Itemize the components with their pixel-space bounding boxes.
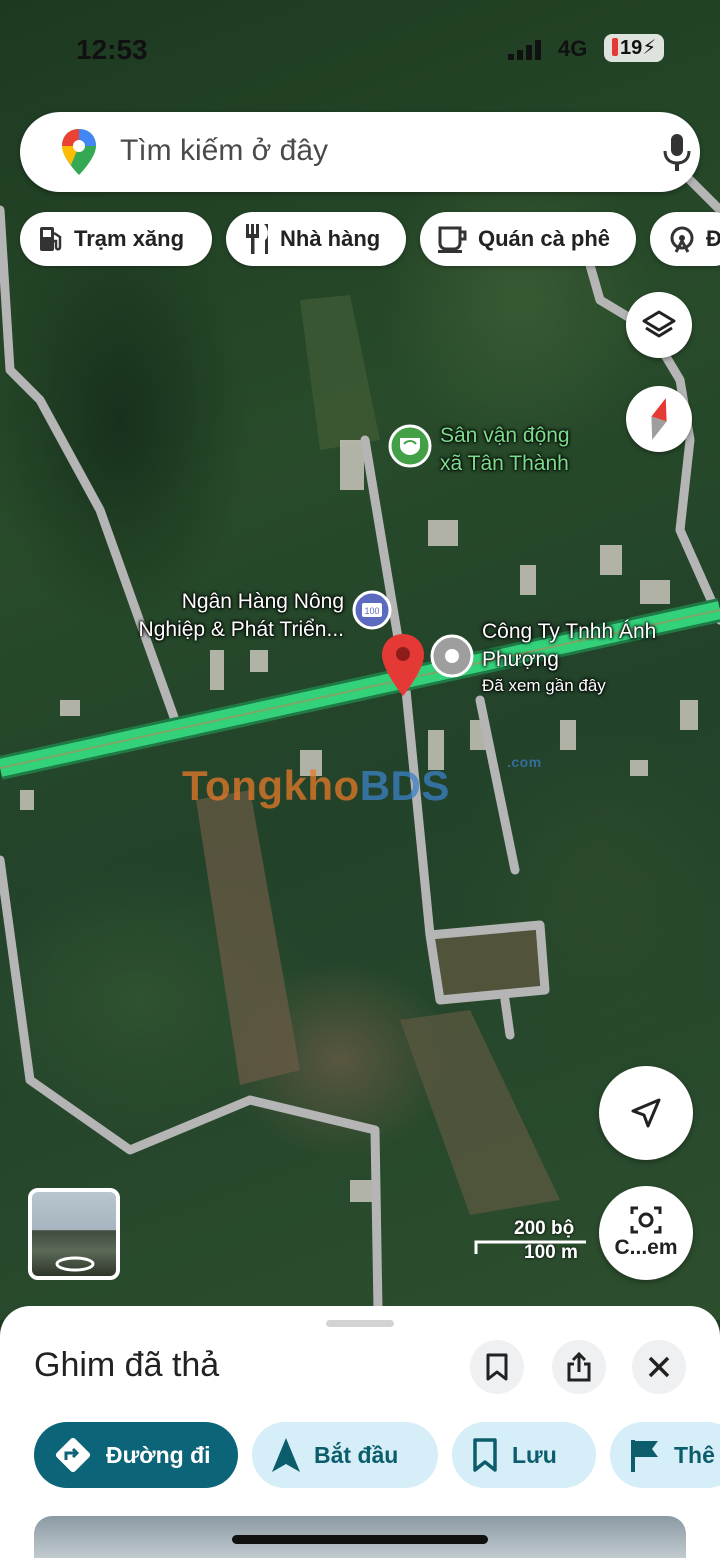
camera-lens-icon: [630, 1206, 662, 1234]
company-poi-icon[interactable]: [430, 634, 474, 678]
sheet-title: Ghim đã thả: [34, 1346, 220, 1384]
layers-icon: [642, 310, 676, 338]
place-sheet[interactable]: Ghim đã thả Đường đi Bắt đầu Lưu Thê: [0, 1306, 720, 1558]
map-view[interactable]: 12:53 4G 19⚡ Tìm kiếm ở đây Trạm xăng Nh…: [0, 0, 720, 1320]
save-icon-button[interactable]: [470, 1340, 524, 1394]
signal-icon: [508, 40, 541, 60]
microphone-icon[interactable]: [662, 134, 692, 172]
search-input[interactable]: Tìm kiếm ở đây: [120, 134, 328, 168]
bookmark-icon: [486, 1353, 508, 1381]
gas-station-icon: [40, 227, 62, 251]
action-label: Bắt đầu: [314, 1441, 399, 1468]
chip-label: Đ: [706, 226, 720, 251]
close-icon: [648, 1356, 670, 1378]
bank-poi-icon[interactable]: 100: [352, 590, 392, 630]
dropped-pin-icon[interactable]: [382, 634, 424, 696]
action-label: Lưu: [512, 1441, 557, 1468]
action-label: Thê: [674, 1441, 715, 1468]
watermark: TongkhoBDS .com: [182, 754, 542, 809]
chip-attraction[interactable]: Đ: [650, 212, 720, 266]
start-button[interactable]: Bắt đầu: [252, 1422, 438, 1488]
search-bar[interactable]: Tìm kiếm ở đây: [20, 112, 700, 192]
location-arrow-icon: [631, 1098, 661, 1128]
recently-viewed-note: Đã xem gần đây: [482, 676, 606, 695]
directions-icon: [55, 1437, 91, 1473]
svg-text:100: 100: [364, 606, 379, 616]
coffee-icon: [438, 226, 467, 253]
chip-gas-station[interactable]: Trạm xăng: [20, 212, 212, 266]
street-view-rotate-icon: [55, 1256, 95, 1272]
battery-icon: [612, 38, 618, 56]
attraction-icon: [670, 226, 694, 253]
directions-button[interactable]: Đường đi: [34, 1422, 238, 1488]
lens-label: C...em: [614, 1236, 678, 1259]
chip-label: Trạm xăng: [74, 226, 185, 251]
navigation-arrow-icon: [272, 1438, 300, 1472]
battery-level: 19: [620, 37, 643, 59]
maps-logo-icon: [62, 129, 96, 175]
compass-button[interactable]: [626, 386, 692, 452]
chip-restaurant[interactable]: Nhà hàng: [226, 212, 406, 266]
status-bar: 12:53 4G 19⚡: [0, 30, 720, 70]
chip-coffee[interactable]: Quán cà phê: [420, 212, 636, 266]
home-indicator[interactable]: [232, 1535, 488, 1544]
company-label[interactable]: Công Ty Tnhh Ánh Phượng Đã xem gần đây: [482, 618, 656, 698]
chip-label: Quán cà phê: [478, 226, 611, 251]
restaurant-icon: [246, 224, 268, 254]
network-type: 4G: [558, 36, 588, 61]
sheet-drag-handle[interactable]: [326, 1320, 394, 1327]
share-icon: [567, 1352, 591, 1382]
stadium-label[interactable]: Sân vận động xã Tân Thành: [440, 422, 570, 478]
close-button[interactable]: [632, 1340, 686, 1394]
status-time: 12:53: [76, 34, 148, 65]
bookmark-icon: [473, 1438, 497, 1472]
bank-label[interactable]: Ngân Hàng Nông Nghiệp & Phát Triển...: [120, 588, 344, 644]
lens-button[interactable]: C...em: [599, 1186, 693, 1280]
compass-icon: [651, 398, 667, 440]
my-location-button[interactable]: [599, 1066, 693, 1160]
scale-bar: [474, 1240, 586, 1254]
save-button[interactable]: Lưu: [452, 1422, 596, 1488]
share-button[interactable]: [552, 1340, 606, 1394]
battery-indicator: 19⚡: [604, 34, 665, 62]
chip-label: Nhà hàng: [280, 226, 381, 251]
layers-button[interactable]: [626, 292, 692, 358]
action-label: Đường đi: [106, 1441, 211, 1468]
street-view-thumbnail[interactable]: [28, 1188, 120, 1280]
flag-icon: [631, 1440, 658, 1472]
map-scale: 200 bộ 100 m: [474, 1218, 586, 1264]
add-label-button[interactable]: Thê: [610, 1422, 720, 1488]
stadium-poi-icon[interactable]: [388, 424, 432, 468]
